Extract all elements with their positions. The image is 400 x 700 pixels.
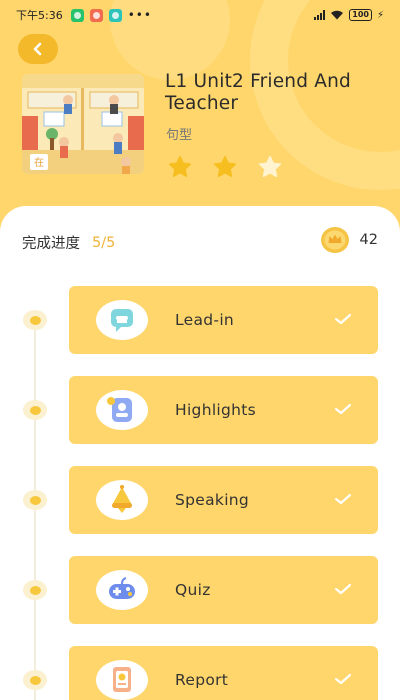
progress-label: 完成进度 xyxy=(22,236,80,252)
app-notification-icon xyxy=(89,8,103,22)
coin-count: 42 xyxy=(359,232,378,248)
timeline-dot xyxy=(23,400,47,420)
wifi-icon xyxy=(331,10,344,20)
chevron-left-icon xyxy=(33,42,42,56)
lesson-title: L1 Unit2 Friend And Teacher xyxy=(165,71,351,114)
status-bar: 下午5:36 ••• 100 ⚡ xyxy=(0,0,400,30)
step-card-speaking[interactable]: Speaking xyxy=(69,466,378,534)
signal-icon xyxy=(314,10,326,20)
star-filled-icon xyxy=(168,155,192,178)
check-icon xyxy=(334,673,352,685)
more-notifications-icon: ••• xyxy=(127,8,152,22)
lesson-thumbnail: 在 xyxy=(22,74,144,174)
timeline-dot xyxy=(23,310,47,330)
megaphone-icon xyxy=(96,480,148,520)
timeline-line xyxy=(34,320,36,700)
check-icon xyxy=(334,493,352,505)
lesson-subtitle: 句型 xyxy=(166,128,193,143)
app-notification-icon xyxy=(108,8,122,22)
progress-value: 5/5 xyxy=(92,234,116,251)
step-card-report[interactable]: Report xyxy=(69,646,378,700)
chat-bubble-icon xyxy=(96,300,148,340)
crown-coin-icon xyxy=(320,227,349,253)
step-label: Quiz xyxy=(175,581,211,599)
step-label: Highlights xyxy=(175,401,257,419)
wechat-notification-icon xyxy=(70,8,84,22)
charging-icon: ⚡ xyxy=(376,9,384,21)
thumbnail-sign: 在 xyxy=(34,157,44,169)
check-icon xyxy=(334,583,352,595)
check-icon xyxy=(334,403,352,415)
contact-card-icon xyxy=(96,390,148,430)
star-rating xyxy=(166,154,284,180)
coin-balance: 42 xyxy=(320,226,378,254)
step-card-quiz[interactable]: Quiz xyxy=(69,556,378,624)
step-label: Speaking xyxy=(175,491,250,509)
step-label: Lead-in xyxy=(175,311,235,329)
report-card-icon xyxy=(96,660,148,700)
progress-row: 完成进度 5/5 xyxy=(22,232,115,253)
star-empty-icon xyxy=(258,155,282,178)
step-card-lead-in[interactable]: Lead-in xyxy=(69,286,378,354)
battery-icon: 100 xyxy=(349,9,372,21)
timeline-dot xyxy=(23,580,47,600)
content-panel xyxy=(0,206,400,700)
step-card-highlights[interactable]: Highlights xyxy=(69,376,378,444)
timeline-dot xyxy=(23,490,47,510)
timeline-dot xyxy=(23,670,47,690)
back-button[interactable] xyxy=(18,34,58,64)
step-label: Report xyxy=(175,671,229,689)
check-icon xyxy=(334,313,352,325)
status-time: 下午5:36 xyxy=(16,9,63,22)
star-filled-icon xyxy=(213,155,237,178)
gamepad-icon xyxy=(96,570,148,610)
